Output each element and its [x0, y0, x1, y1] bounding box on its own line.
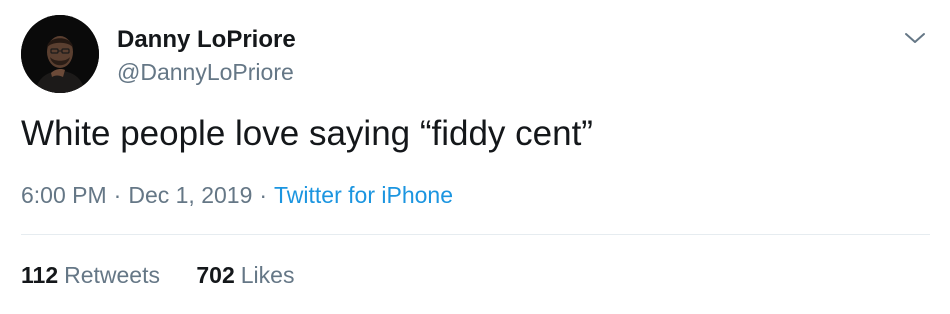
tweet-time[interactable]: 6:00 PM	[21, 182, 107, 208]
retweets-label: Retweets	[64, 262, 160, 288]
retweets-count: 112	[21, 262, 59, 288]
tweet-date[interactable]: Dec 1, 2019	[128, 182, 252, 208]
likes-label: Likes	[240, 262, 295, 288]
tweet-card: Danny LoPriore @DannyLoPriore White peop…	[0, 0, 950, 314]
avatar-image	[21, 15, 99, 93]
tweet-meta: 6:00 PM · Dec 1, 2019 · Twitter for iPhone	[21, 180, 453, 210]
tweet-text: White people love saying “fiddy cent”	[21, 114, 593, 153]
author-display-name[interactable]: Danny LoPriore	[117, 26, 296, 54]
divider	[21, 234, 930, 235]
meta-separator: ·	[113, 182, 122, 208]
avatar[interactable]	[21, 15, 99, 93]
retweets-stat[interactable]: 112 Retweets	[21, 260, 160, 290]
chevron-down-icon	[905, 33, 925, 43]
tweet-source-link[interactable]: Twitter for iPhone	[274, 182, 453, 208]
tweet-stats: 112 Retweets 702 Likes	[21, 260, 294, 290]
meta-separator: ·	[259, 182, 268, 208]
more-menu-button[interactable]	[900, 26, 930, 48]
likes-count: 702	[196, 262, 235, 288]
likes-stat[interactable]: 702 Likes	[196, 260, 294, 290]
author-handle[interactable]: @DannyLoPriore	[117, 58, 294, 86]
